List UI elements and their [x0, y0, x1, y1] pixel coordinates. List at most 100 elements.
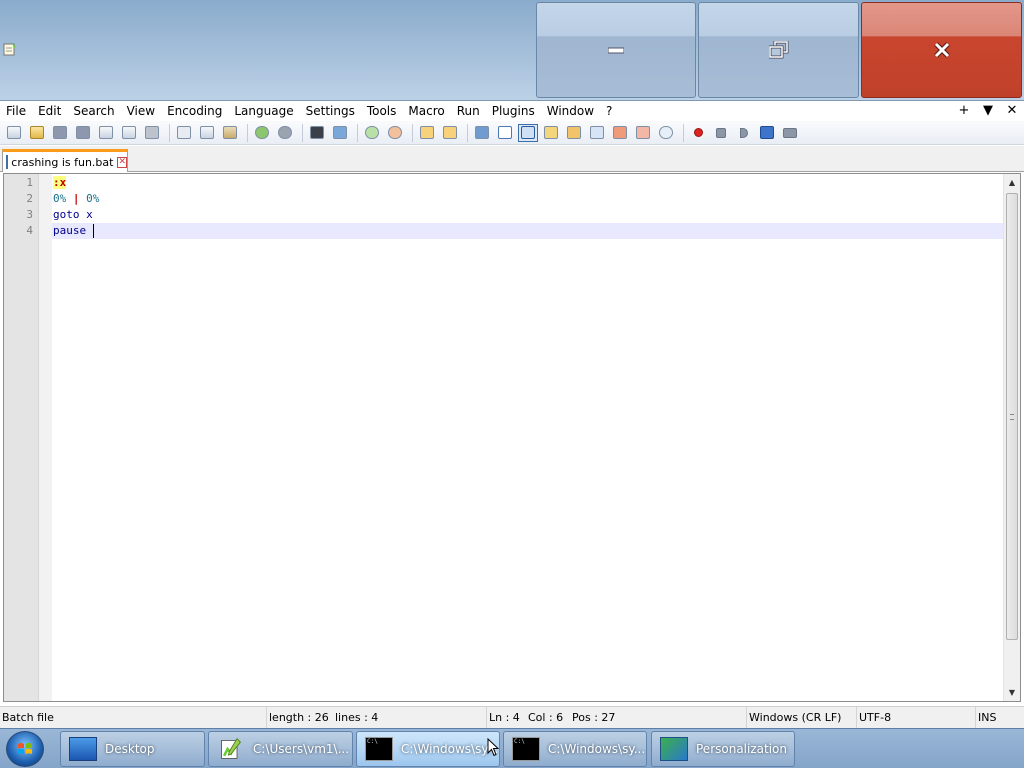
status-file-type: Batch file	[2, 711, 54, 724]
restore-icon	[768, 41, 788, 59]
playback-icon[interactable]	[734, 124, 754, 142]
save-all-icon[interactable]	[73, 124, 93, 142]
taskbar-item-desktop[interactable]: Desktop	[60, 731, 205, 767]
show-all-characters-icon[interactable]	[495, 124, 515, 142]
function-list-icon[interactable]	[587, 124, 607, 142]
menu-run[interactable]: Run	[451, 101, 486, 121]
close-document-button[interactable]: ✕	[1000, 101, 1024, 121]
sync-vertical-icon[interactable]	[417, 124, 437, 142]
taskbar-item-personalization[interactable]: Personalization	[651, 731, 795, 767]
menu-help[interactable]: ?	[600, 101, 618, 121]
scrollbar-thumb[interactable]	[1006, 193, 1018, 640]
vertical-scrollbar[interactable]: ▲ ▼	[1003, 174, 1020, 701]
menu-encoding[interactable]: Encoding	[161, 101, 228, 121]
zoom-in-icon[interactable]	[362, 124, 382, 142]
tab-label: crashing is fun.bat	[11, 155, 114, 169]
toolbar-separator	[467, 123, 468, 142]
save-icon[interactable]	[50, 124, 70, 142]
taskbar-item-cmd-active[interactable]: C:\ C:\Windows\sy...	[356, 731, 500, 767]
code-line[interactable]: goto x	[52, 207, 1004, 223]
tab-crashing-is-fun-bat[interactable]: crashing is fun.bat ✕	[2, 149, 128, 172]
menu-macro[interactable]: Macro	[402, 101, 450, 121]
minimize-button[interactable]	[536, 2, 696, 98]
status-eol-format[interactable]: Windows (CR LF)	[746, 707, 841, 729]
open-file-icon[interactable]	[27, 124, 47, 142]
redo-icon[interactable]	[275, 124, 295, 142]
saved-file-icon	[6, 155, 9, 169]
taskbar: Desktop C:\Users\vm1\... C:\ C:\Windows\…	[0, 728, 1024, 768]
menu-right-controls: + ▼ ✕	[952, 101, 1024, 121]
editor-area[interactable]: 1 2 3 4 :x 0% | 0% goto x pause ▲ ▼	[3, 173, 1021, 702]
notepad-plus-plus-icon	[221, 738, 242, 759]
close-all-icon[interactable]	[119, 124, 139, 142]
tab-close-icon[interactable]: ✕	[117, 156, 127, 168]
code-line[interactable]: 0% | 0%	[52, 191, 1004, 207]
menu-window[interactable]: Window	[541, 101, 600, 121]
code-text-area[interactable]: :x 0% | 0% goto x pause	[52, 174, 1004, 701]
stop-recording-icon[interactable]	[711, 124, 731, 142]
zoom-out-icon[interactable]	[385, 124, 405, 142]
notepad-plus-plus-app-icon[interactable]	[3, 42, 17, 56]
document-list-icon[interactable]	[633, 124, 653, 142]
notepad-plus-plus-window: File Edit Search View Encoding Language …	[0, 0, 1024, 768]
toolbar-separator	[247, 123, 248, 142]
run-macro-multiple-icon[interactable]	[757, 124, 777, 142]
status-bar: Batch file length : 26 lines : 4 Ln : 4 …	[0, 706, 1024, 729]
toolbar	[0, 121, 1024, 145]
user-defined-language-icon[interactable]	[541, 124, 561, 142]
toolbar-separator	[169, 123, 170, 142]
indent-guide-icon[interactable]	[518, 123, 538, 142]
menu-view[interactable]: View	[121, 101, 161, 121]
toolbar-separator	[412, 123, 413, 142]
title-bar[interactable]	[0, 0, 1024, 101]
save-macro-icon[interactable]	[780, 124, 800, 142]
menu-plugins[interactable]: Plugins	[486, 101, 541, 121]
menu-settings[interactable]: Settings	[300, 101, 361, 121]
menu-search[interactable]: Search	[67, 101, 120, 121]
menu-tools[interactable]: Tools	[361, 101, 403, 121]
document-map-icon[interactable]	[564, 124, 584, 142]
taskbar-item-label: C:\Windows\sy...	[401, 742, 499, 756]
text-caret	[93, 224, 94, 238]
paste-icon[interactable]	[220, 124, 240, 142]
fold-margin[interactable]	[39, 174, 52, 701]
taskbar-item-label: C:\Windows\sy...	[548, 742, 646, 756]
menu-file[interactable]: File	[0, 101, 32, 121]
replace-icon[interactable]	[330, 124, 350, 142]
code-line[interactable]: :x	[52, 175, 1004, 191]
new-tab-button[interactable]: +	[952, 101, 976, 121]
taskbar-item-notepad-plus-plus[interactable]: C:\Users\vm1\...	[208, 731, 353, 767]
line-number-gutter: 1 2 3 4	[4, 174, 39, 701]
copy-icon[interactable]	[197, 124, 217, 142]
windows-logo-icon	[18, 743, 32, 754]
undo-icon[interactable]	[252, 124, 272, 142]
menu-edit[interactable]: Edit	[32, 101, 67, 121]
print-icon[interactable]	[142, 124, 162, 142]
status-line-number: Ln : 4	[486, 707, 520, 729]
sync-horizontal-icon[interactable]	[440, 124, 460, 142]
record-macro-icon[interactable]	[688, 124, 708, 142]
restore-button[interactable]	[698, 2, 859, 98]
word-wrap-icon[interactable]	[472, 124, 492, 142]
find-icon[interactable]	[307, 124, 327, 142]
status-position: Pos : 27	[572, 711, 616, 724]
close-icon[interactable]	[96, 124, 116, 142]
mouse-pointer-icon	[487, 738, 499, 757]
folder-as-workspace-icon[interactable]	[610, 124, 630, 142]
cut-icon[interactable]	[174, 124, 194, 142]
taskbar-item-cmd[interactable]: C:\ C:\Windows\sy...	[503, 731, 647, 767]
code-line-current[interactable]: pause	[52, 223, 1004, 239]
new-file-icon[interactable]	[4, 124, 24, 142]
scroll-up-arrow-icon[interactable]: ▲	[1004, 174, 1020, 191]
start-button[interactable]	[6, 731, 44, 767]
menu-bar: File Edit Search View Encoding Language …	[0, 101, 1024, 121]
status-lines: lines : 4	[335, 711, 379, 724]
close-button[interactable]	[861, 2, 1022, 98]
menu-language[interactable]: Language	[228, 101, 299, 121]
tab-list-button[interactable]: ▼	[976, 101, 1000, 121]
scroll-down-arrow-icon[interactable]: ▼	[1004, 684, 1020, 701]
line-number: 2	[26, 192, 33, 205]
toolbar-separator	[683, 123, 684, 142]
monitoring-icon[interactable]	[656, 124, 676, 142]
